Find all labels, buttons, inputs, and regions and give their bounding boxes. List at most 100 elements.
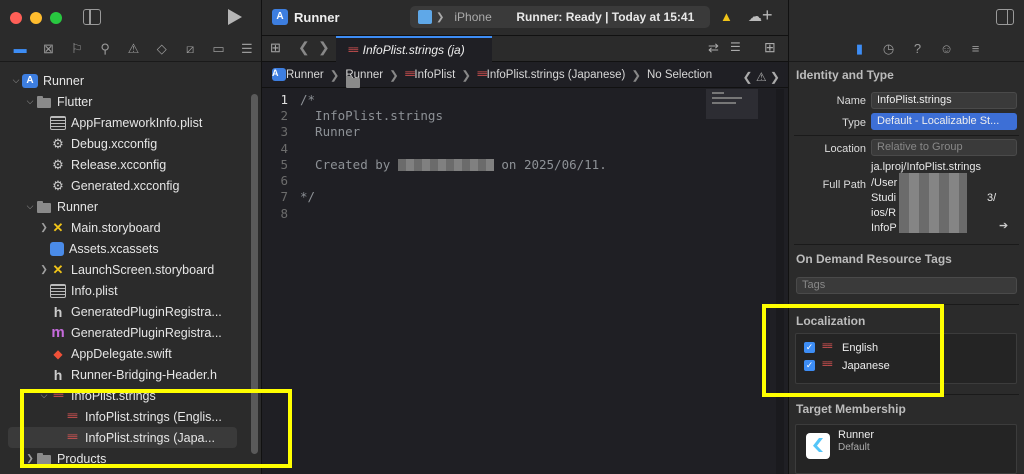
code-line[interactable]: 2 InfoPlist.strings [262, 107, 692, 123]
run-button[interactable] [228, 9, 242, 25]
file-tree-row[interactable]: h GeneratedPluginRegistra... [0, 301, 261, 322]
localization-row[interactable]: ✓ ≡≡ English [796, 340, 1016, 356]
code-line[interactable]: 3 Runner [262, 124, 692, 140]
name-field[interactable]: InfoPlist.strings [871, 92, 1017, 109]
file-tree-row[interactable]: ❯ Products [0, 448, 261, 469]
minimize-window-button[interactable] [30, 12, 42, 24]
objc-m-icon: m [51, 324, 65, 341]
jumpbar-segment[interactable]: ≡≡ InfoPlist.strings (Japanese) [477, 69, 625, 81]
jumpbar-label: No Selection [646, 68, 713, 81]
issue-icon[interactable]: ⚠ [119, 38, 147, 60]
file-tree-row[interactable]: ⚙ Debug.xcconfig [0, 133, 261, 154]
disclosure-icon[interactable]: ⌵ [38, 390, 50, 401]
localization-row[interactable]: ✓ ≡≡ Japanese [796, 358, 1016, 374]
add-editor-icon[interactable]: ⊞ [764, 39, 776, 56]
file-tree-row[interactable]: ⚙ Release.xcconfig [0, 154, 261, 175]
code-editor[interactable]: 1/* 2 InfoPlist.strings 3 Runner 4 5 Created… [262, 89, 692, 221]
disclosure-icon[interactable]: ❯ [38, 222, 50, 233]
find-icon[interactable]: ⚲ [91, 38, 119, 60]
editor-scrollbar[interactable] [776, 89, 784, 474]
editor-tab[interactable]: ≡≡ InfoPlist.strings (ja) [336, 36, 492, 62]
reveal-in-finder-icon[interactable]: ➔ [999, 219, 1008, 232]
inspector-toggle-icon[interactable] [996, 9, 1014, 25]
scheme-name[interactable]: Runner [294, 10, 340, 25]
redacted-path [899, 173, 967, 233]
jumpbar-segment[interactable]: Runner [345, 69, 383, 88]
zoom-window-button[interactable] [50, 12, 62, 24]
type-select[interactable]: Default - Localizable St... [871, 113, 1017, 130]
redacted-name [397, 159, 494, 172]
jumpbar-segment[interactable]: A Runner [272, 68, 324, 81]
file-tree-row[interactable]: ≡≡ InfoPlist.strings (Englis... [0, 406, 261, 427]
checkbox[interactable]: ✓ [804, 360, 815, 371]
jumpbar-nav-icons[interactable]: ❮ ⚠ ❯ [742, 70, 780, 84]
accessibility-inspector-icon[interactable]: ☺ [932, 41, 961, 56]
file-tree-row[interactable]: Info.plist [0, 280, 261, 301]
file-tree-row[interactable]: ⌵ ≡≡ InfoPlist.strings [0, 385, 261, 406]
sidebar-scrollbar[interactable] [251, 94, 258, 454]
forward-icon[interactable]: ❯ [318, 39, 330, 56]
line-number: 1 [280, 91, 288, 107]
checkbox[interactable]: ✓ [804, 342, 815, 353]
code-line[interactable]: 7 */ [262, 189, 692, 205]
device-selector[interactable]: iPhone [454, 10, 502, 24]
related-items-icon[interactable]: ⊞ [270, 40, 281, 56]
code-line[interactable]: 5 Created by on 2025/06/11. [262, 156, 692, 172]
close-window-button[interactable] [10, 12, 22, 24]
code-line[interactable]: 1 /* [262, 91, 692, 107]
test-icon[interactable]: ◇ [148, 38, 176, 60]
file-tree-row[interactable]: AppFrameworkInfo.plist [0, 112, 261, 133]
code-line[interactable]: 8 [262, 205, 692, 221]
jumpbar-segment[interactable]: ≡≡ InfoPlist [405, 69, 456, 81]
add-icon[interactable]: + [762, 5, 773, 26]
report-icon[interactable]: ☰ [233, 38, 261, 60]
target-name[interactable]: Runner [838, 429, 874, 441]
help-inspector-icon[interactable]: ? [903, 41, 932, 56]
file-tree-row[interactable]: ◆ AppDelegate.swift [0, 343, 261, 364]
file-tree-row[interactable]: ≡≡ InfoPlist.strings (Japa... [8, 427, 237, 448]
attributes-inspector-icon[interactable]: ≡ [961, 41, 990, 56]
location-select[interactable]: Relative to Group [871, 139, 1017, 156]
source-control-icon[interactable]: ⊠ [34, 38, 62, 60]
back-icon[interactable]: ❮ [298, 39, 310, 56]
disclosure-icon[interactable]: ⌵ [24, 201, 36, 212]
cloud-icon[interactable]: ☁ [748, 8, 762, 25]
sidebar-toggle-icon[interactable] [83, 9, 101, 25]
file-tree-row[interactable]: Assets.xcassets [0, 238, 261, 259]
file-tree-row[interactable]: ❯ ✕ LaunchScreen.storyboard [0, 259, 261, 280]
fullpath-tail: 3/ [987, 192, 997, 204]
code-text: Runner [300, 124, 361, 140]
code-line[interactable]: 6 [262, 172, 692, 188]
file-tree-row[interactable]: ❯ ✕ Main.storyboard [0, 217, 261, 238]
code-line[interactable]: 4 [262, 140, 692, 156]
file-tree-row[interactable]: ⌵ A Runner [0, 70, 261, 91]
file-tree-row[interactable]: h Runner-Bridging-Header.h [0, 364, 261, 385]
disclosure-icon[interactable]: ❯ [38, 264, 50, 275]
minimap[interactable] [706, 89, 758, 119]
folder-navigator-icon[interactable]: ▬ [6, 38, 34, 60]
file-tree-row[interactable]: ⌵ Runner [0, 196, 261, 217]
swap-icon[interactable]: ⇄ [708, 40, 719, 56]
history-inspector-icon[interactable]: ◷ [874, 41, 903, 57]
line-number: 4 [280, 140, 288, 156]
jump-bar: A Runner ❯ Runner ❯ ≡≡ InfoPlist ❯ ≡≡ InfoPlist.s… [262, 62, 788, 88]
disclosure-icon[interactable]: ⌵ [10, 75, 22, 86]
file-inspector-icon[interactable]: ▮ [845, 41, 874, 57]
disclosure-icon[interactable]: ❯ [24, 453, 36, 464]
file-tree-row[interactable]: ⚙ Generated.xcconfig [0, 175, 261, 196]
file-tree-label: Runner-Bridging-Header.h [71, 367, 217, 382]
activity-view[interactable]: ❯ iPhone Runner: Ready | Today at 15:41 [410, 6, 710, 28]
file-tree-label: Runner [57, 199, 98, 214]
tags-field[interactable]: Tags [796, 277, 1017, 294]
warning-icon[interactable]: ▲ [720, 9, 733, 24]
file-tree-row[interactable]: ⌵ Flutter [0, 91, 261, 112]
disclosure-icon[interactable]: ⌵ [24, 96, 36, 107]
file-tree-row[interactable]: m GeneratedPluginRegistra... [0, 322, 261, 343]
debug-icon[interactable]: ⧄ [176, 38, 204, 60]
jumpbar-segment[interactable]: No Selection [647, 69, 712, 81]
xcconfig-icon: ⚙ [52, 135, 64, 151]
editor-options-icon[interactable]: ☰ [730, 40, 741, 54]
bookmark-icon[interactable]: ⚐ [63, 38, 91, 60]
breakpoint-icon[interactable]: ▭ [204, 38, 232, 60]
project-icon: A [22, 73, 38, 88]
